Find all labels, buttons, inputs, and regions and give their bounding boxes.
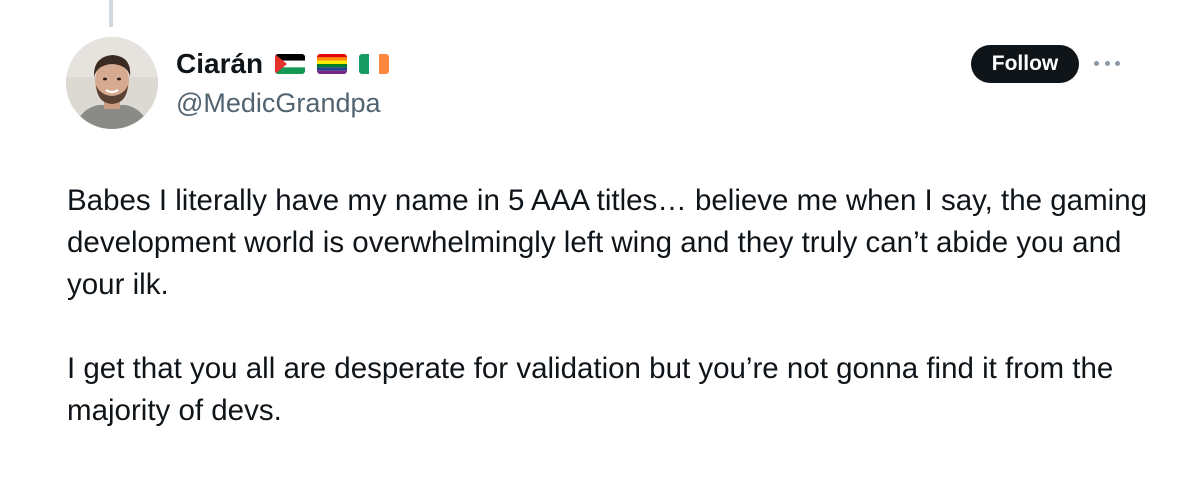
author-name-row: Ciarán [176,46,390,82]
more-dot [1115,60,1120,66]
tweet-text: Babes I literally have my name in 5 AAA … [67,180,1177,432]
author-handle[interactable]: @MedicGrandpa [176,86,381,120]
more-dot [1094,60,1099,66]
tweet-paragraph: Babes I literally have my name in 5 AAA … [67,184,1148,301]
rainbow-flag-icon [317,54,348,74]
thread-connector-line [109,0,113,27]
ireland-flag-icon [359,54,390,74]
more-horizontal-icon[interactable] [1094,56,1120,70]
follow-button[interactable]: Follow [971,45,1079,83]
avatar-image [66,37,158,129]
author-display-name[interactable]: Ciarán [176,46,263,82]
more-dot [1104,60,1110,66]
tweet-paragraph: I get that you all are desperate for val… [67,352,1114,427]
palestine-flag-icon [275,54,306,74]
avatar[interactable] [66,37,158,129]
